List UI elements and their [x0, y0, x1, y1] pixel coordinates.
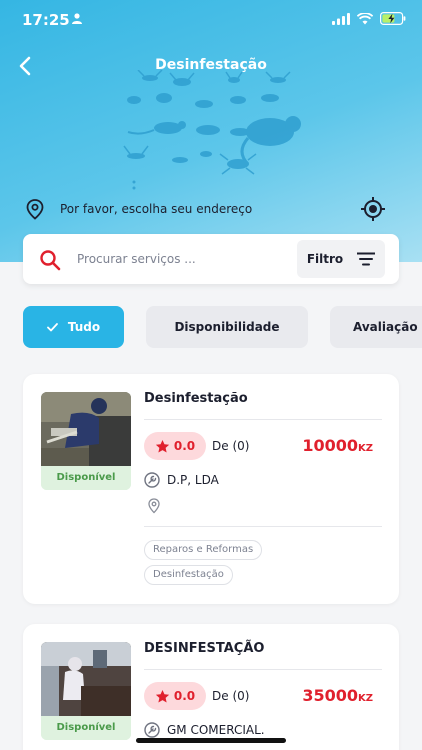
filter-chip-all[interactable]: Tudo [23, 306, 124, 348]
service-photo [41, 642, 131, 716]
service-price: 35000KZ [302, 686, 373, 705]
company-name: D.P, LDA [167, 473, 219, 487]
star-icon [155, 689, 169, 702]
category-tag[interactable]: Reparos e Reformas [144, 540, 263, 560]
company-row: GM COMERCIAL. [144, 722, 265, 738]
search-input[interactable] [77, 246, 287, 272]
filter-chip-label: Disponibilidade [174, 320, 280, 334]
review-count: De (0) [212, 689, 250, 703]
location-pin-icon [148, 498, 160, 514]
service-thumbnail: Disponível [41, 392, 131, 490]
divider [144, 669, 382, 670]
divider [144, 419, 382, 420]
availability-badge: Disponível [41, 466, 131, 490]
rating-value: 0.0 [173, 439, 196, 453]
price-amount: 35000 [302, 686, 358, 705]
price-currency: KZ [358, 693, 373, 704]
location-pin-icon [26, 199, 44, 220]
crosshair-locate-icon[interactable] [360, 196, 386, 222]
service-name: DESINFESTAÇÃO [144, 641, 265, 656]
filter-lines-icon [357, 252, 376, 266]
search-icon [40, 250, 61, 271]
pests-illustration [123, 70, 301, 190]
service-photo [41, 392, 131, 466]
status-bar: 17:25 [0, 0, 422, 40]
filter-button[interactable]: Filtro [297, 240, 385, 278]
service-card[interactable]: Disponível DESINFESTAÇÃO 0.0 De (0) 3500… [23, 624, 399, 750]
wrench-circle-icon [144, 722, 160, 738]
filter-label: Filtro [306, 252, 344, 266]
rating-badge: 0.0 [144, 432, 206, 460]
service-thumbnail: Disponível [41, 642, 131, 740]
company-name: GM COMERCIAL. [167, 723, 265, 737]
price-amount: 10000 [302, 436, 358, 455]
battery-charging-icon [380, 12, 406, 25]
wifi-icon [357, 12, 373, 24]
status-time: 17:25 [22, 11, 70, 29]
header-banner: 17:25 Desinfestação Por favor, escolha s… [0, 0, 422, 262]
service-price: 10000KZ [302, 436, 373, 455]
service-card[interactable]: Disponível Desinfestação 0.0 De (0) 1000… [23, 374, 399, 604]
filter-chip-label: Tudo [67, 320, 101, 334]
rating-value: 0.0 [173, 689, 196, 703]
company-row: D.P, LDA [144, 472, 219, 488]
star-icon [155, 439, 169, 452]
divider [144, 526, 382, 527]
address-prompt: Por favor, escolha seu endereço [60, 202, 253, 216]
search-bar: Filtro [23, 234, 399, 284]
review-count: De (0) [212, 439, 250, 453]
signal-icon [332, 12, 350, 25]
home-indicator [136, 738, 286, 743]
availability-badge: Disponível [41, 716, 131, 740]
filter-chip-rating[interactable]: Avaliação [330, 306, 422, 348]
check-icon [46, 322, 58, 331]
filter-chip-label: Avaliação [353, 320, 418, 334]
price-currency: KZ [358, 443, 373, 454]
wrench-circle-icon [144, 472, 160, 488]
service-name: Desinfestação [144, 391, 248, 406]
category-tag[interactable]: Desinfestação [144, 565, 233, 585]
address-selector[interactable]: Por favor, escolha seu endereço [24, 196, 396, 222]
rating-badge: 0.0 [144, 682, 206, 710]
filter-chip-availability[interactable]: Disponibilidade [146, 306, 308, 348]
person-icon [72, 13, 82, 24]
